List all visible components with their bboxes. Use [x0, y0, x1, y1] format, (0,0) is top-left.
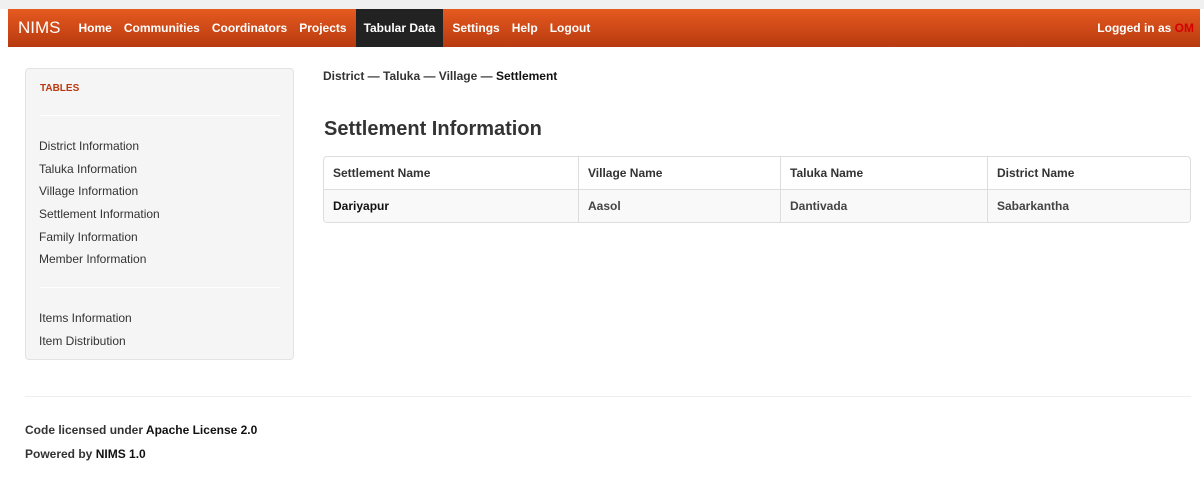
sidebar-divider [40, 115, 280, 116]
nav-coordinators[interactable]: Coordinators [206, 9, 293, 47]
table-cell: Sabarkantha [987, 189, 1190, 222]
table-header-row: Settlement Name Village Name Taluka Name… [324, 157, 1190, 189]
sidebar-header: TABLES [40, 83, 80, 94]
nav-home[interactable]: Home [73, 9, 118, 47]
nav-tabular-data[interactable]: Tabular Data [355, 9, 444, 47]
nav-projects[interactable]: Projects [293, 9, 352, 47]
nav-help[interactable]: Help [506, 9, 544, 47]
brand-logo[interactable]: NIMS [8, 18, 73, 38]
login-prefix: Logged in as [1097, 21, 1172, 35]
sidebar-item-member[interactable]: Member Information [39, 248, 160, 271]
sidebar-item-items[interactable]: Items Information [39, 307, 132, 330]
nav-settings[interactable]: Settings [446, 9, 505, 47]
table-cell: Aasol [578, 189, 780, 222]
sidebar: TABLES District Information Taluka Infor… [25, 68, 294, 360]
column-header: Settlement Name [333, 166, 431, 180]
sidebar-item-settlement[interactable]: Settlement Information [39, 203, 160, 226]
sidebar-item-distribution[interactable]: Item Distribution [39, 330, 132, 353]
table-row: Dariyapur Aasol Dantivada Sabarkantha [324, 189, 1190, 222]
table-cell: Dantivada [780, 189, 987, 222]
sidebar-item-district[interactable]: District Information [39, 135, 160, 158]
sidebar-list: Items Information Item Distribution [39, 307, 132, 352]
nav-menu: Home Communities Coordinators Projects T… [73, 9, 597, 47]
footer-license-prefix: Code licensed under [25, 423, 144, 437]
nims-link[interactable]: NIMS 1.0 [96, 447, 146, 461]
sidebar-item-taluka[interactable]: Taluka Information [39, 158, 160, 181]
footer: Code licensed under Apache License 2.0 P… [25, 418, 257, 466]
breadcrumb-current: Settlement [495, 69, 558, 83]
license-link[interactable]: Apache License 2.0 [146, 423, 257, 437]
login-status: Logged in as OM [1097, 21, 1200, 35]
footer-license: Code licensed under Apache License 2.0 [25, 418, 257, 442]
column-header: District Name [987, 157, 1190, 189]
navbar: NIMS Home Communities Coordinators Proje… [8, 9, 1200, 47]
footer-divider [25, 396, 1191, 397]
sidebar-list: District Information Taluka Information … [39, 135, 160, 271]
footer-powered: Powered by NIMS 1.0 [25, 442, 257, 466]
login-user[interactable]: OM [1175, 21, 1194, 35]
table-cell: Dariyapur [324, 189, 578, 222]
column-header: Village Name [578, 157, 780, 189]
column-header: Taluka Name [780, 157, 987, 189]
browser-top-strip [0, 0, 1204, 9]
nav-communities[interactable]: Communities [118, 9, 206, 47]
sidebar-item-village[interactable]: Village Information [39, 180, 160, 203]
page-title: Settlement Information [324, 118, 542, 140]
breadcrumb-path: District — Taluka — Village — [323, 69, 496, 83]
sidebar-item-family[interactable]: Family Information [39, 226, 160, 249]
sidebar-divider [40, 287, 280, 288]
settlement-table: Settlement Name Village Name Taluka Name… [323, 156, 1191, 223]
nav-logout[interactable]: Logout [544, 9, 597, 47]
breadcrumb: District — Taluka — Village — Settlement [323, 69, 557, 83]
footer-powered-prefix: Powered by [25, 447, 93, 461]
